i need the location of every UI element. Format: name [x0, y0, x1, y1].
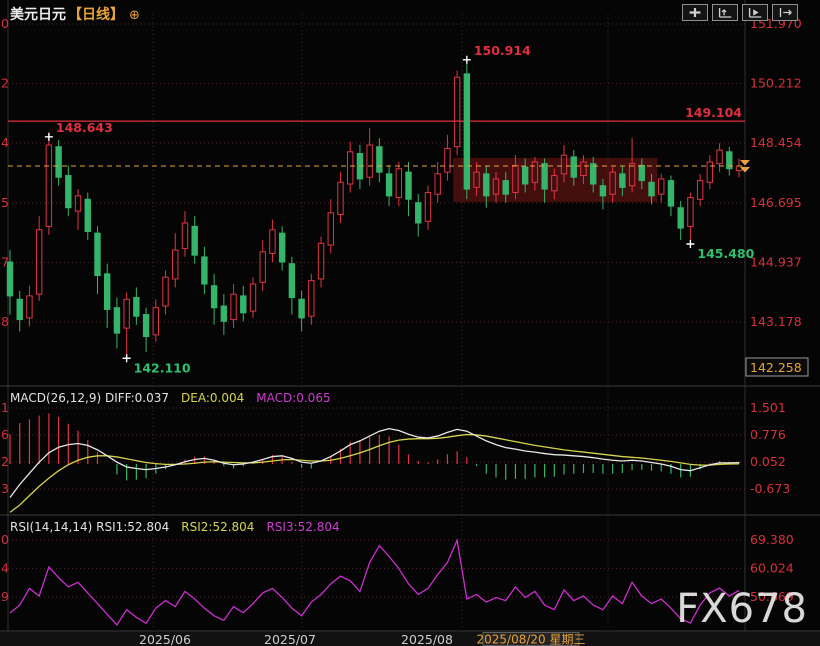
svg-text:1.501: 1.501	[750, 400, 786, 415]
axis-zoom-button[interactable]	[712, 4, 738, 21]
svg-text:9: 9	[1, 589, 9, 604]
rsi-line	[10, 540, 739, 625]
price-min-box: 142.258	[746, 358, 808, 376]
svg-text:2: 2	[1, 454, 9, 469]
pane-exit-button[interactable]	[772, 4, 798, 21]
svg-text:3: 3	[1, 481, 9, 496]
time-highlight-box[interactable]: 2025/08/20 星期三	[477, 633, 586, 646]
add-indicator-icon[interactable]: ⊕	[129, 8, 140, 23]
macd-legend-main: MACD(26,12,9) DIFF:0.037	[10, 391, 169, 405]
svg-text:0.052: 0.052	[750, 454, 786, 469]
crosshair-move-icon	[686, 7, 704, 18]
axis-labels: 151.9700150.2122148.4544146.6955144.9377…	[1, 16, 802, 604]
svg-text:69.380: 69.380	[750, 532, 794, 547]
svg-text:1: 1	[1, 400, 9, 415]
candles-group	[7, 60, 741, 358]
annotation-148.643: 148.643	[45, 120, 113, 141]
svg-text:146.695: 146.695	[750, 195, 802, 210]
rsi-legend-rsi2: RSI2:52.804	[181, 520, 254, 534]
symbol-name: 美元日元	[10, 7, 66, 23]
macd-panel	[10, 413, 739, 512]
dea-line	[10, 435, 739, 513]
svg-text:148.643: 148.643	[56, 120, 113, 135]
svg-text:2025/08: 2025/08	[401, 632, 453, 646]
svg-text:145.480: 145.480	[697, 246, 754, 261]
svg-text:150.914: 150.914	[474, 43, 531, 58]
svg-text:144.937: 144.937	[750, 254, 802, 269]
svg-text:6: 6	[1, 427, 9, 442]
svg-text:8: 8	[1, 314, 9, 329]
pane-exit-icon	[776, 7, 794, 18]
svg-text:0: 0	[1, 532, 9, 547]
period-tag: 【日线】	[68, 7, 124, 23]
svg-text:7: 7	[1, 254, 9, 269]
diff-line	[10, 429, 739, 498]
macd-legend: MACD(26,12,9) DIFF:0.037 DEA:0.004 MACD:0.…	[10, 391, 331, 405]
svg-text:2025/08/20 星期三: 2025/08/20 星期三	[477, 633, 586, 646]
panel-frame	[0, 0, 820, 646]
resistance-label: 149.104	[685, 105, 742, 120]
svg-text:0.776: 0.776	[750, 427, 786, 442]
svg-text:142.110: 142.110	[134, 360, 191, 375]
svg-text:150.212: 150.212	[750, 76, 802, 91]
chart-title: 美元日元【日线】 ⊕	[10, 4, 140, 24]
annotation-142.110: 142.110	[123, 354, 191, 375]
rsi-legend: RSI(14,14,14) RSI1:52.804 RSI2:52.804 RSI3…	[10, 520, 340, 534]
rsi-legend-rsi3: RSI3:52.804	[266, 520, 339, 534]
rsi-legend-main: RSI(14,14,14) RSI1:52.804	[10, 520, 169, 534]
axis-zoom-left-icon	[716, 7, 734, 18]
svg-text:60.024: 60.024	[750, 561, 794, 576]
axis-play-icon	[746, 7, 764, 18]
macd-legend-dea: DEA:0.004	[181, 391, 244, 405]
svg-text:2: 2	[1, 76, 9, 91]
chart-toolbar	[682, 4, 798, 21]
svg-text:-0.673: -0.673	[750, 481, 790, 496]
svg-text:142.258: 142.258	[750, 360, 802, 375]
svg-text:148.454: 148.454	[750, 135, 802, 150]
crosshair-move-button[interactable]	[682, 4, 708, 21]
time-axis-labels: 2025/06 2025/07 2025/08	[139, 632, 453, 646]
annotation-150.914: 150.914	[463, 43, 531, 64]
trading-chart-app: 149.104148.643150.914142.110145.480151.9…	[0, 0, 820, 646]
annotation-145.480: 145.480	[686, 240, 754, 261]
svg-text:5: 5	[1, 195, 9, 210]
svg-text:4: 4	[1, 135, 9, 150]
watermark: FX678	[676, 589, 808, 629]
svg-text:143.178: 143.178	[750, 314, 802, 329]
axis-play-button[interactable]	[742, 4, 768, 21]
candlestick-chart-canvas[interactable]: 149.104148.643150.914142.110145.480151.9…	[0, 0, 820, 646]
svg-text:2025/06: 2025/06	[139, 632, 191, 646]
svg-text:0: 0	[1, 16, 9, 31]
macd-legend-macd: MACD:0.065	[256, 391, 330, 405]
svg-text:4: 4	[1, 561, 9, 576]
svg-text:2025/07: 2025/07	[264, 632, 316, 646]
